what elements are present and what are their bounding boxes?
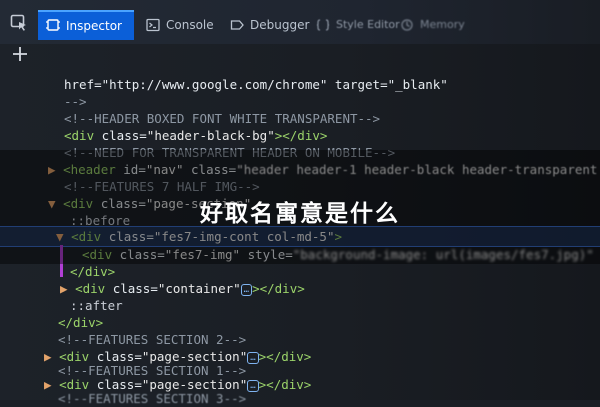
tab-memory-label: Memory — [420, 18, 465, 31]
tag-close: ></div> — [258, 349, 312, 364]
collapsed-children-badge[interactable]: … — [247, 351, 259, 364]
expand-arrow-icon[interactable]: ▶ — [44, 377, 59, 392]
tag-close: ></div> — [274, 128, 328, 143]
style-editor-icon — [316, 19, 330, 31]
tab-console-label: Console — [166, 18, 214, 32]
tab-memory[interactable]: Memory — [392, 12, 465, 38]
code-line[interactable]: </div> — [70, 263, 115, 280]
comment-text: <!--HEADER BOXED FONT WHITE TRANSPARENT-… — [64, 111, 381, 126]
tag-close: ></div> — [252, 281, 305, 296]
tag-close: </div> — [70, 264, 116, 279]
attr-value: "header-black-bg" — [146, 128, 275, 143]
tag-name: <div — [75, 281, 106, 296]
tab-console[interactable]: Console — [138, 12, 222, 38]
devtools-toolbar: Inspector Console Debugger Style Editor … — [0, 0, 600, 45]
attr-name: class= — [105, 281, 158, 296]
tag-name: <div — [64, 128, 95, 143]
tag-close: </div> — [58, 315, 104, 330]
tab-style-editor-label: Style Editor — [336, 18, 400, 31]
code-line[interactable]: --> — [64, 93, 87, 110]
expand-arrow-icon[interactable]: ▶ — [44, 349, 59, 364]
element-picker-icon[interactable] — [10, 14, 28, 32]
tab-debugger[interactable]: Debugger — [222, 12, 310, 38]
attribute-text: href="http://www.google.com/chrome" targ… — [64, 77, 448, 92]
code-line[interactable]: <!--FEATURES SECTION 2--> — [58, 331, 246, 348]
attr-value: "container" — [157, 281, 241, 296]
code-line[interactable]: <!--FEATURES SECTION 3--> — [58, 390, 246, 407]
memory-icon — [401, 19, 413, 31]
debugger-icon — [230, 20, 244, 30]
collapsed-children-badge[interactable]: … — [247, 379, 259, 392]
article-title: 好取名寓意是什么 — [200, 201, 400, 227]
code-line[interactable]: <div class="header-black-bg"></div> — [64, 127, 327, 144]
comment-text: --> — [64, 94, 87, 109]
code-line[interactable]: ▶ <div class="container"… ></div> — [60, 280, 305, 297]
code-line[interactable]: href="http://www.google.com/chrome" targ… — [64, 76, 448, 93]
code-line[interactable]: <!--HEADER BOXED FONT WHITE TRANSPARENT-… — [64, 110, 380, 127]
attr-name: class= — [94, 128, 147, 143]
tab-inspector-label: Inspector — [66, 19, 122, 33]
inspector-icon — [46, 19, 60, 31]
tab-debugger-label: Debugger — [250, 18, 310, 32]
tag-close: ></div> — [258, 377, 312, 392]
tab-inspector[interactable]: Inspector — [38, 10, 134, 40]
plus-icon[interactable] — [10, 44, 30, 64]
collapsed-children-badge[interactable]: … — [240, 283, 253, 296]
comment-text: <!--FEATURES SECTION 2--> — [58, 332, 247, 347]
expand-arrow-icon[interactable]: ▶ — [60, 281, 75, 296]
code-line[interactable]: </div> — [58, 314, 103, 331]
console-icon — [146, 18, 160, 32]
pseudo-element: ::after — [70, 298, 123, 313]
comment-text: <!--FEATURES SECTION 3--> — [58, 391, 247, 406]
tab-style-editor[interactable]: Style Editor — [308, 12, 400, 38]
code-line[interactable]: ::after — [70, 297, 123, 314]
